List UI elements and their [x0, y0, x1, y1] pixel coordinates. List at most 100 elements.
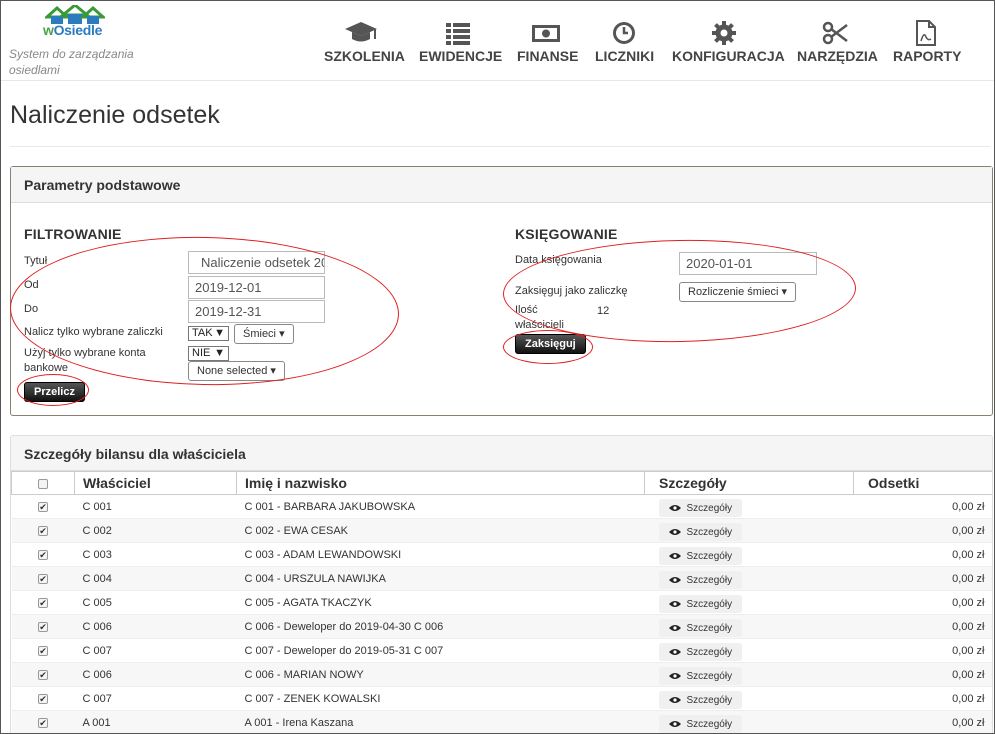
title-input[interactable]: Naliczenie odsetek 20: [188, 251, 325, 274]
eye-icon: [668, 577, 681, 584]
advances-dropdown[interactable]: Śmieci ▾: [234, 324, 294, 344]
row-checkbox[interactable]: ✔: [38, 669, 48, 680]
row-checkbox[interactable]: ✔: [38, 501, 48, 512]
details-button[interactable]: Szczegóły: [658, 691, 743, 709]
row-checkbox-cell: ✔: [11, 542, 75, 567]
post-button[interactable]: Zaksięguj: [515, 334, 586, 354]
as-advance-dropdown[interactable]: Rozliczenie śmieci ▾: [679, 282, 797, 302]
only-advances-select[interactable]: TAK ▼: [188, 326, 229, 341]
row-checkbox[interactable]: ✔: [38, 693, 48, 704]
interest-cell: 0,00 zł: [853, 590, 992, 615]
details-cell: Szczegóły: [644, 590, 854, 615]
table-row: ✔ A 001 A 001 - Irena Kaszana Szczegóły 0,00…: [11, 710, 992, 733]
params-panel: Parametry podstawowe FILTROWANIE Tytuł N…: [8, 166, 993, 416]
from-date-input[interactable]: 2019-12-01: [188, 276, 325, 299]
owner-cell: C 001: [74, 494, 237, 519]
col-name[interactable]: Imię i nazwisko: [236, 471, 645, 495]
nav-szkolenia[interactable]: SZKOLENIA: [324, 19, 405, 64]
details-button[interactable]: Szczegóły: [658, 619, 743, 637]
row-checkbox-cell: ✔: [11, 566, 75, 591]
caret-down-icon: ▾: [781, 286, 788, 298]
booking-date-input[interactable]: 2020-01-01: [679, 252, 817, 275]
col-owner[interactable]: Właściciel: [74, 471, 237, 495]
row-checkbox-cell: ✔: [11, 686, 75, 711]
table-row: ✔ C 006 C 006 - Deweloper do 2019-04-30 C …: [11, 614, 992, 639]
details-button[interactable]: Szczegóły: [658, 571, 743, 589]
owner-cell: C 004: [74, 566, 237, 591]
select-all-header: [11, 471, 75, 495]
details-button[interactable]: Szczegóły: [658, 523, 743, 541]
name-cell: A 001 - Irena Kaszana: [236, 710, 645, 733]
scissors-icon: [822, 21, 848, 45]
row-checkbox[interactable]: ✔: [38, 717, 48, 728]
row-checkbox[interactable]: ✔: [38, 549, 48, 560]
name-cell: C 001 - BARBARA JAKUBOWSKA: [236, 494, 645, 519]
filter-heading: FILTROWANIE: [24, 226, 122, 242]
eye-icon: [668, 673, 681, 680]
interest-cell: 0,00 zł: [853, 518, 992, 543]
name-cell: C 007 - Deweloper do 2019-05-31 C 007: [236, 638, 645, 663]
details-cell: Szczegóły: [644, 686, 854, 711]
nav-finanse[interactable]: FINANSE: [517, 19, 578, 64]
row-checkbox-cell: ✔: [11, 710, 75, 733]
clock-icon: [613, 22, 635, 44]
details-button[interactable]: Szczegóły: [658, 499, 743, 517]
details-cell: Szczegóły: [644, 638, 854, 663]
details-panel: Szczegóły bilansu dla właściciela Właści…: [10, 435, 993, 733]
details-button[interactable]: Szczegóły: [658, 667, 743, 685]
gear-icon: [712, 21, 736, 45]
params-panel-heading: Parametry podstawowe: [11, 167, 992, 203]
row-checkbox[interactable]: ✔: [38, 525, 48, 536]
eye-icon: [668, 697, 681, 704]
owner-cell: C 006: [74, 614, 237, 639]
row-checkbox-cell: ✔: [11, 638, 75, 663]
owner-cell: C 006: [74, 662, 237, 687]
interest-cell: 0,00 zł: [853, 542, 992, 567]
interest-cell: 0,00 zł: [853, 638, 992, 663]
nav-liczniki[interactable]: LICZNIKI: [595, 19, 654, 64]
details-button[interactable]: Szczegóły: [658, 643, 743, 661]
eye-icon: [668, 505, 681, 512]
row-checkbox[interactable]: ✔: [38, 621, 48, 632]
interest-cell: 0,00 zł: [853, 662, 992, 687]
details-button[interactable]: Szczegóły: [658, 715, 743, 733]
accounts-dropdown[interactable]: None selected ▾: [188, 361, 285, 381]
calculate-button[interactable]: Przelicz: [24, 382, 85, 402]
table-row: ✔ C 005 C 005 - AGATA TKACZYK Szczegóły 0,00…: [11, 590, 992, 615]
caret-down-icon: ▼: [214, 347, 225, 359]
table-row: ✔ C 006 C 006 - MARIAN NOWY Szczegóły 0,00 z…: [11, 662, 992, 687]
only-accounts-select[interactable]: NIE ▼: [188, 346, 229, 361]
table-row: ✔ C 001 C 001 - BARBARA JAKUBOWSKA Szczegół…: [11, 494, 992, 519]
eye-icon: [668, 649, 681, 656]
nav-konfiguracja[interactable]: KONFIGURACJA: [672, 19, 785, 64]
name-cell: C 002 - EWA CESAK: [236, 518, 645, 543]
row-checkbox-cell: ✔: [11, 590, 75, 615]
banknote-icon: [532, 25, 560, 42]
col-details[interactable]: Szczegóły: [644, 471, 854, 495]
owners-count-value: 12: [597, 305, 610, 317]
row-checkbox[interactable]: ✔: [38, 645, 48, 656]
as-advance-label: Zaksięguj jako zaliczkę: [515, 285, 628, 297]
caret-down-icon: ▾: [279, 328, 285, 340]
row-checkbox-cell: ✔: [11, 494, 75, 519]
to-date-input[interactable]: 2019-12-31: [188, 300, 325, 323]
nav-raporty[interactable]: RAPORTY: [893, 19, 961, 64]
row-checkbox[interactable]: ✔: [38, 597, 48, 608]
name-cell: C 003 - ADAM LEWANDOWSKI: [236, 542, 645, 567]
interest-cell: 0,00 zł: [853, 494, 992, 519]
col-interest[interactable]: Odsetki: [853, 471, 992, 495]
booking-date-label: Data księgowania: [515, 254, 602, 266]
select-all-checkbox[interactable]: [38, 479, 48, 490]
nav-narzedzia[interactable]: NARZĘDZIA: [797, 19, 878, 64]
title-label: Tytuł: [24, 255, 48, 267]
nav-ewidencje[interactable]: EWIDENCJE: [419, 19, 502, 64]
details-button[interactable]: Szczegóły: [658, 595, 743, 613]
details-panel-heading: Szczegóły bilansu dla właściciela: [11, 436, 992, 471]
details-cell: Szczegóły: [644, 662, 854, 687]
from-label: Od: [24, 279, 39, 291]
details-button[interactable]: Szczegóły: [658, 547, 743, 565]
owners-count-label: Ilość właścicieli: [515, 304, 564, 331]
row-checkbox[interactable]: ✔: [38, 573, 48, 584]
app-window: wOsiedle System do zarządzania osiedlami…: [0, 0, 995, 734]
details-cell: Szczegóły: [644, 542, 854, 567]
